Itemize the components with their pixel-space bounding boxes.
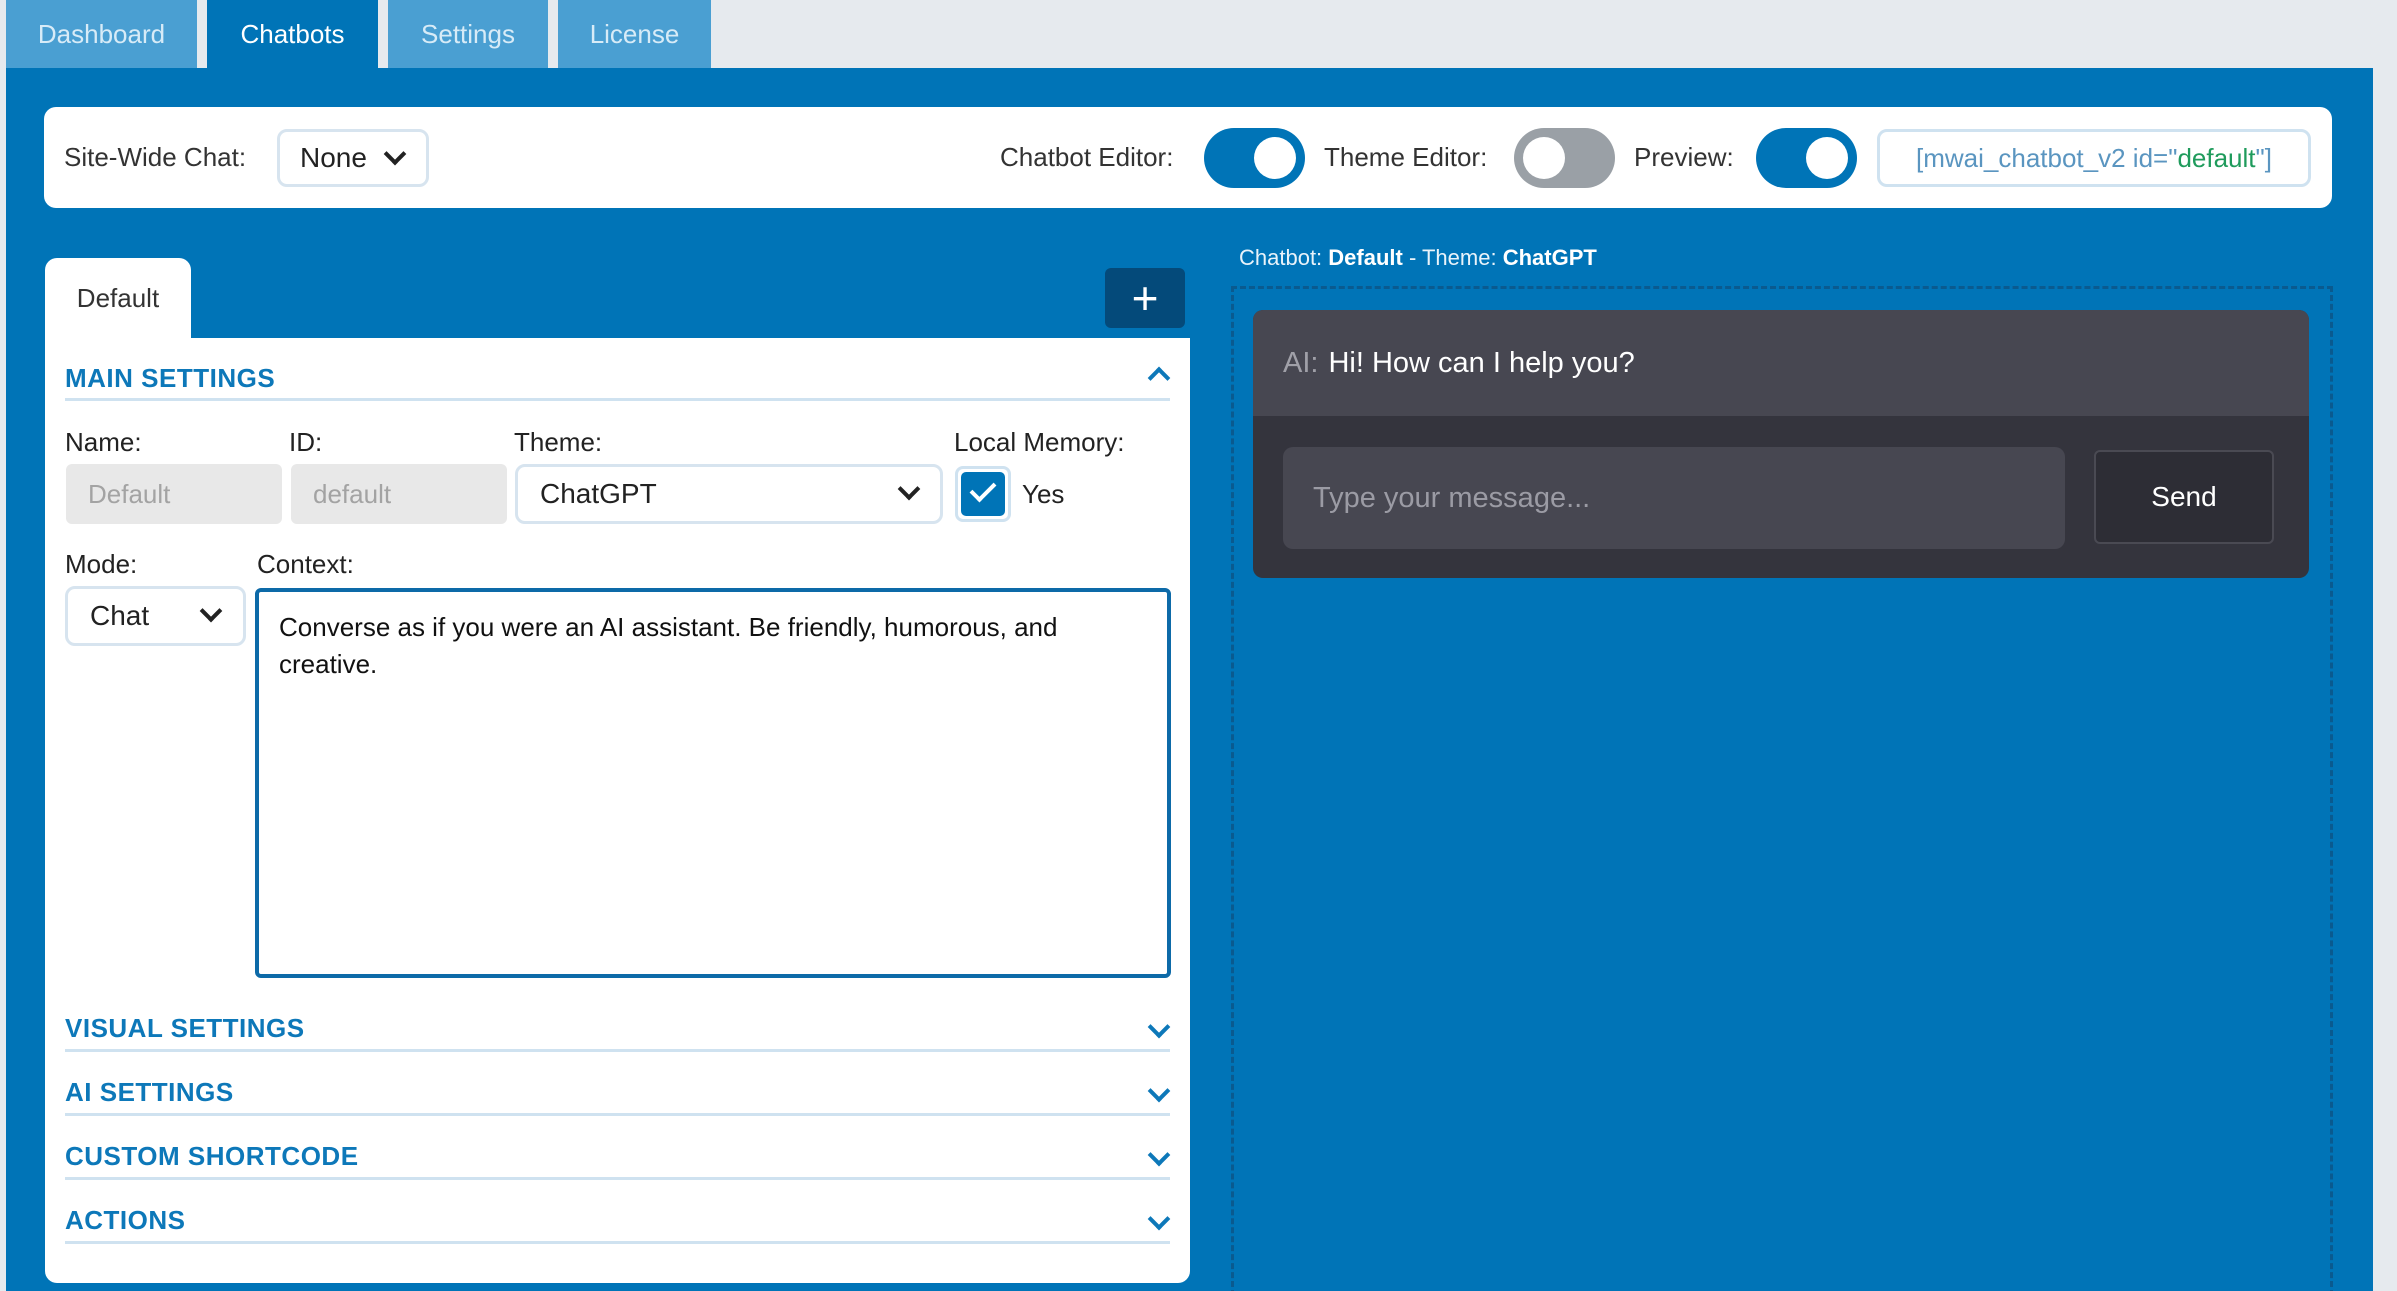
mode-value: Chat [90,600,150,631]
section-divider [65,1049,1170,1052]
site-wide-chat-value: None [300,142,367,173]
preview-label: Preview: [1634,142,1734,172]
send-button[interactable]: Send [2094,450,2274,544]
caption-chatbot-label: Chatbot: [1239,245,1329,270]
section-divider [65,1177,1170,1180]
tab-chatbots[interactable]: Chatbots [207,0,378,68]
context-textarea[interactable]: Converse as if you were an AI assistant.… [255,588,1171,978]
caption-theme-name: ChatGPT [1502,245,1597,270]
theme-label: Theme: [514,427,603,457]
id-label: ID: [289,427,323,457]
plus-icon: + [1131,272,1159,324]
shortcode-prefix: [mwai_chatbot_v2 id=" [1916,142,2178,173]
chevron-down-icon [199,599,223,623]
visual-settings-title[interactable]: VISUAL SETTINGS [65,1013,305,1044]
theme-value: ChatGPT [540,478,657,509]
tab-license[interactable]: License [558,0,711,68]
chatbot-editor-label: Chatbot Editor: [1000,142,1174,172]
preview-caption: Chatbot: Default - Theme: ChatGPT [1239,245,1597,271]
site-wide-chat-label: Site-Wide Chat: [64,142,247,172]
ai-settings-title[interactable]: AI SETTINGS [65,1077,234,1108]
site-wide-chat-select[interactable]: None [277,129,429,187]
theme-select[interactable]: ChatGPT [515,464,943,524]
add-chatbot-button[interactable]: + [1105,268,1185,328]
theme-editor-toggle[interactable] [1514,128,1615,188]
id-input[interactable]: default [291,464,507,524]
name-label: Name: [65,427,142,457]
local-memory-yes-label: Yes [1022,479,1065,509]
section-divider [65,1241,1170,1244]
custom-shortcode-title[interactable]: CUSTOM SHORTCODE [65,1141,359,1172]
chevron-down-icon [897,477,921,501]
top-tab-bar: Dashboard Chatbots Settings License [0,0,2397,68]
chevron-down-icon [383,142,407,166]
local-memory-checkbox[interactable] [955,466,1011,522]
mode-label: Mode: [65,549,138,579]
chat-message-input[interactable]: Type your message... [1283,447,2065,549]
context-label: Context: [257,549,354,579]
section-divider [65,1113,1170,1116]
caption-theme-label: - Theme: [1402,245,1503,270]
check-icon [969,475,997,503]
preview-toggle[interactable] [1756,128,1857,188]
ai-message: AI: Hi! How can I help you? [1253,310,2309,416]
section-divider [65,398,1170,401]
main-settings-title[interactable]: MAIN SETTINGS [65,363,275,394]
theme-editor-label: Theme Editor: [1324,142,1488,172]
actions-title[interactable]: ACTIONS [65,1205,186,1236]
chatbot-editor-toggle[interactable] [1204,128,1305,188]
chatbot-preview: AI: Hi! How can I help you? Type your me… [1253,310,2309,578]
shortcode-display[interactable]: [mwai_chatbot_v2 id=" default "] [1877,129,2311,187]
shortcode-suffix: "] [2255,142,2272,173]
shortcode-id: default [2177,142,2256,173]
chatbot-tab-default[interactable]: Default [45,258,191,338]
mode-select[interactable]: Chat [65,586,246,646]
ai-message-text: Hi! How can I help you? [1328,346,1635,379]
ai-label: AI: [1283,346,1319,379]
tab-settings[interactable]: Settings [388,0,548,68]
tab-dashboard[interactable]: Dashboard [6,0,197,68]
caption-chatbot-name: Default [1328,245,1403,270]
local-memory-label: Local Memory: [954,427,1125,457]
name-input[interactable]: Default [66,464,282,524]
